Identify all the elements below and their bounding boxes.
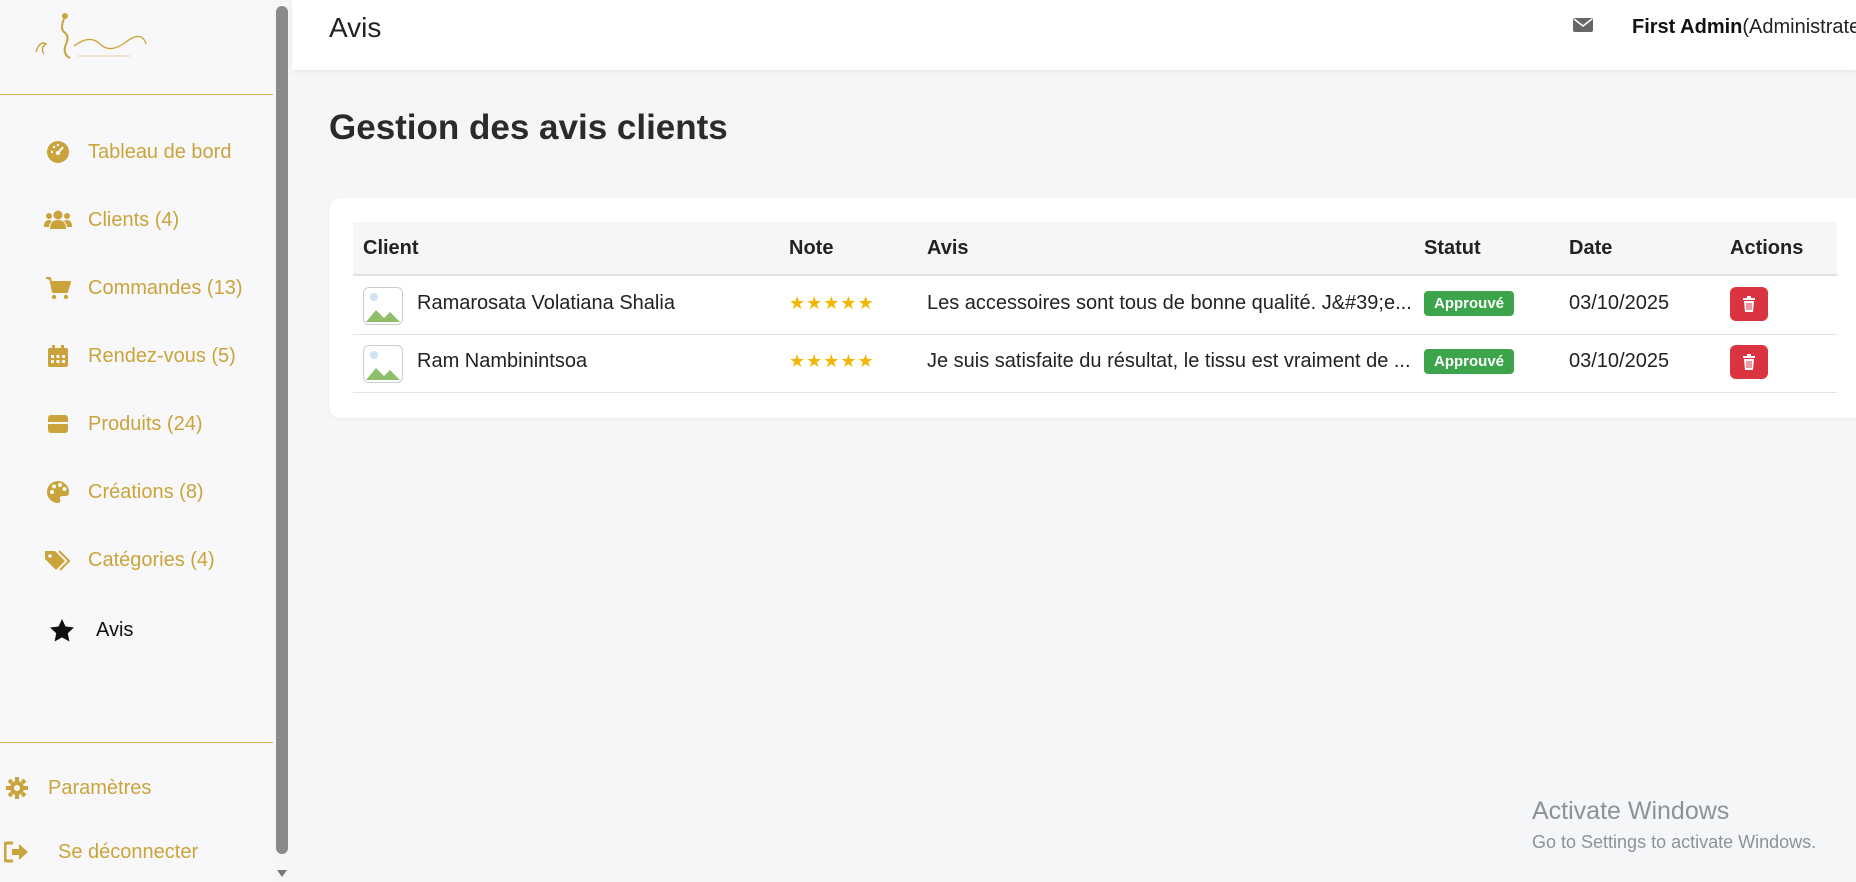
logout-icon — [4, 839, 30, 865]
table-header: Client Note Avis Statut Date Actions — [353, 222, 1837, 276]
brand-logo[interactable] — [30, 10, 150, 64]
delete-button[interactable] — [1730, 345, 1768, 379]
scroll-down-arrow-icon[interactable] — [276, 868, 288, 878]
avatar — [363, 345, 403, 383]
reviews-card: Client Note Avis Statut Date Actions Ram… — [329, 198, 1856, 418]
review-text: Je suis satisfaite du résultat, le tissu… — [927, 350, 1411, 372]
logout-link[interactable]: Se déconnecter — [4, 834, 198, 870]
top-bar: Avis First Admin(Administrateur — [292, 0, 1856, 70]
sidebar-item-label: Avis — [96, 618, 134, 641]
sidebar-item-rendez-vous[interactable]: Rendez-vous (5) — [44, 336, 236, 376]
sidebar-item-label: Catégories (4) — [88, 548, 215, 571]
review-date: 03/10/2025 — [1569, 292, 1670, 314]
client-name: Ramarosata Volatiana Shalia — [417, 292, 675, 314]
star-icon — [48, 616, 76, 644]
column-header-client: Client — [363, 237, 419, 259]
table-row: Ram Nambinintsoa ★★★★★ Je suis satisfait… — [353, 334, 1837, 393]
windows-activation-watermark: Activate Windows Go to Settings to activ… — [1532, 797, 1816, 853]
sidebar-item-categories[interactable]: Catégories (4) — [44, 540, 215, 580]
sidebar: Tableau de bord Clients (4) Commandes (1… — [0, 0, 273, 882]
sidebar-divider — [0, 742, 273, 743]
sidebar-item-dashboard[interactable]: Tableau de bord — [44, 132, 231, 172]
sidebar-item-produits[interactable]: Produits (24) — [44, 404, 203, 444]
column-header-note: Note — [789, 237, 834, 259]
rating-stars: ★★★★★ — [789, 293, 875, 313]
table-row: Ramarosata Volatiana Shalia ★★★★★ Les ac… — [353, 276, 1837, 335]
sidebar-item-label: Créations (8) — [88, 480, 204, 503]
sidebar-item-label: Rendez-vous (5) — [88, 344, 236, 367]
avatar — [363, 287, 403, 325]
trash-icon — [1743, 354, 1755, 370]
column-header-actions: Actions — [1730, 237, 1804, 259]
page-heading: Avis — [329, 12, 382, 43]
gear-icon — [4, 775, 30, 801]
client-name: Ram Nambinintsoa — [417, 350, 588, 372]
sidebar-item-commandes[interactable]: Commandes (13) — [44, 268, 243, 308]
palette-icon — [44, 478, 72, 506]
sidebar-item-creations[interactable]: Créations (8) — [44, 472, 204, 512]
sidebar-item-label: Produits (24) — [88, 412, 203, 435]
column-header-date: Date — [1569, 237, 1613, 259]
rating-stars: ★★★★★ — [789, 351, 875, 371]
box-icon — [44, 410, 72, 438]
dashboard-icon — [44, 138, 72, 166]
users-icon — [44, 206, 72, 234]
sidebar-item-label: Clients (4) — [88, 208, 180, 231]
review-text: Les accessoires sont tous de bonne quali… — [927, 292, 1412, 314]
settings-link[interactable]: Paramètres — [4, 770, 151, 806]
logo-area — [0, 0, 273, 95]
review-date: 03/10/2025 — [1569, 350, 1670, 372]
delete-button[interactable] — [1730, 287, 1768, 321]
sidebar-item-clients[interactable]: Clients (4) — [44, 200, 179, 240]
user-menu[interactable]: First Admin(Administrateur — [1632, 16, 1856, 39]
sidebar-scrollbar[interactable] — [276, 6, 288, 854]
status-badge: Approuvé — [1424, 349, 1515, 374]
watermark-title: Activate Windows — [1532, 797, 1730, 825]
tags-icon — [44, 546, 72, 574]
trash-icon — [1743, 296, 1755, 312]
sidebar-item-label: Tableau de bord — [88, 140, 232, 163]
envelope-icon[interactable] — [1572, 16, 1594, 39]
column-header-statut: Statut — [1424, 237, 1481, 259]
status-badge: Approuvé — [1424, 291, 1515, 316]
watermark-subtitle: Go to Settings to activate Windows. — [1532, 832, 1817, 852]
calendar-icon — [44, 342, 72, 370]
page-title: Gestion des avis clients — [329, 108, 728, 147]
cart-icon — [44, 274, 72, 302]
logout-label: Se déconnecter — [58, 840, 199, 863]
user-role: (Administrateur — [1742, 16, 1856, 38]
sidebar-item-avis[interactable]: Avis — [48, 610, 133, 650]
user-name: First Admin — [1632, 16, 1743, 38]
column-header-avis: Avis — [927, 237, 969, 259]
settings-label: Paramètres — [48, 776, 152, 799]
sidebar-item-label: Commandes (13) — [88, 276, 243, 299]
